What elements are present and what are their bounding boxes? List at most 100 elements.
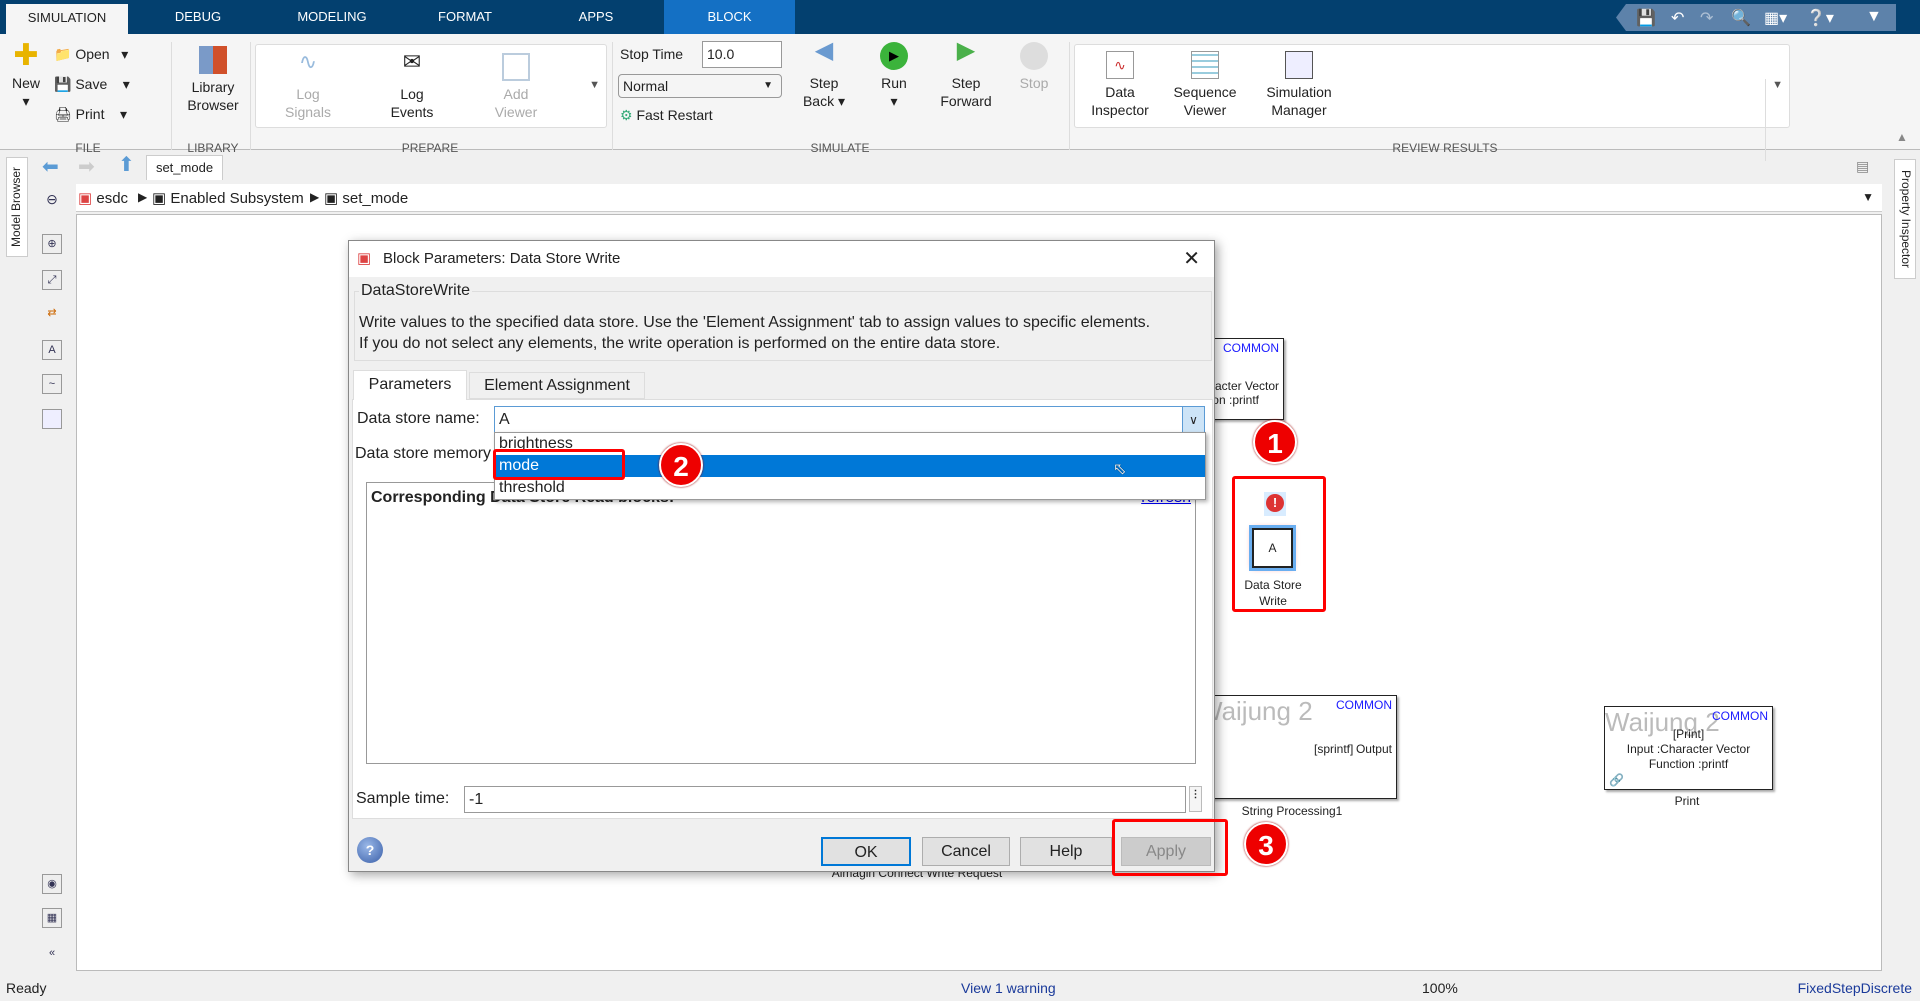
label: Log (296, 86, 320, 102)
stop-time-input[interactable]: 10.0 (702, 41, 782, 68)
close-icon[interactable]: ✕ (1183, 241, 1200, 277)
area-icon[interactable] (42, 409, 62, 429)
mouse-cursor-icon: ⬁ (1113, 461, 1127, 478)
screenshot-icon[interactable]: ◉ (42, 874, 62, 894)
label: Inspector (1091, 102, 1149, 118)
more-options-icon[interactable]: ⋮ (1189, 786, 1202, 812)
up-arrow-icon[interactable]: ⬆ (118, 152, 135, 177)
stop-button[interactable]: Stop (1006, 42, 1062, 92)
divider (612, 42, 613, 150)
common-label: COMMON (1223, 341, 1279, 355)
quick-access-toolbar: 💾 ↶ ↷ 🔍 ▦▾ ❔▾ ▼ (1616, 4, 1896, 31)
sample-time-input[interactable]: -1 (464, 786, 1186, 813)
library-icon (199, 46, 227, 74)
image-icon[interactable]: ~ (42, 374, 62, 394)
tab-simulation[interactable]: SIMULATION (6, 4, 128, 34)
block-function: [Print] (1672, 727, 1705, 741)
new-button[interactable]: ✚ New ▾ (6, 41, 46, 110)
print-button[interactable]: 🖨 Print ▾ (54, 106, 127, 123)
menu-icon[interactable]: ▤ (1856, 158, 1869, 175)
open-button[interactable]: 📁 Open ▾ (54, 46, 128, 63)
tab-block[interactable]: BLOCK (664, 0, 795, 34)
tab-parameters[interactable]: Parameters (353, 370, 467, 400)
shortcut-icon[interactable]: ▦▾ (1764, 8, 1787, 28)
step-forward-button[interactable]: ▶ Step Forward (936, 39, 996, 110)
expand-gallery-icon[interactable]: ▼ (589, 79, 600, 91)
cancel-button[interactable]: Cancel (922, 837, 1010, 866)
breadcrumb-item-set-mode[interactable]: ▣ set_mode (324, 189, 408, 207)
help-button[interactable]: Help (1020, 837, 1112, 866)
simulation-manager-button[interactable]: Simulation Manager (1255, 51, 1343, 119)
search-icon[interactable]: 🔍 (1731, 8, 1751, 28)
label: Back (802, 93, 835, 109)
tab-format[interactable]: FORMAT (425, 0, 505, 34)
chevron-down-icon[interactable]: ▼ (1862, 190, 1874, 204)
new-label: New (11, 75, 40, 91)
chevron-down-icon[interactable]: ∨ (1182, 407, 1204, 432)
step-marker-1: 1 (1253, 420, 1297, 464)
expand-gallery-icon[interactable]: ▼ (1765, 79, 1783, 161)
redo-icon[interactable]: ↷ (1700, 8, 1713, 28)
subsystem-icon: ▣ (324, 190, 339, 207)
label: Add (503, 86, 529, 102)
group-title: DataStoreWrite (359, 282, 473, 300)
stop-time-label: Stop Time (620, 46, 684, 62)
hide-explorer-icon[interactable]: ⊖ (42, 190, 62, 210)
chevron-right-icon: ▶ (310, 190, 320, 204)
option-threshold[interactable]: threshold (495, 477, 1205, 499)
label: Fast Restart (636, 107, 713, 123)
collapse-ribbon-icon[interactable]: ▲ (1896, 130, 1908, 144)
block-text: Input :Character Vector (1626, 742, 1751, 756)
ribbon-tab-bar: SIMULATION DEBUG MODELING FORMAT APPS BL… (0, 0, 1920, 34)
label: Run (881, 75, 907, 91)
log-signals-button[interactable]: ∿ Log Signals (276, 49, 340, 121)
save-icon[interactable]: 💾 (1636, 8, 1656, 28)
label: Signals (285, 104, 331, 120)
back-arrow-icon[interactable]: ⬅ (42, 154, 59, 179)
add-viewer-button[interactable]: Add Viewer (484, 53, 548, 121)
property-inspector-tab[interactable]: Property Inspector (1894, 159, 1916, 279)
tab-apps[interactable]: APPS (560, 0, 632, 34)
highlight-data-store-write-block (1232, 476, 1326, 612)
zoom-icon[interactable]: ⊕ (42, 234, 62, 254)
dialog-title: Block Parameters: Data Store Write (383, 250, 621, 267)
model-info-icon[interactable]: ▦ (42, 908, 62, 928)
ok-button[interactable]: OK (821, 837, 911, 866)
solver-link[interactable]: FixedStepDiscrete (1798, 976, 1912, 1001)
run-button[interactable]: ▶ Run ▾ (866, 42, 922, 110)
simulation-mode-select[interactable]: Normal ▼ (618, 74, 782, 98)
annotation-icon[interactable]: A (42, 340, 62, 360)
stop-icon (1020, 42, 1048, 70)
save-button[interactable]: 💾 Save ▾ (54, 76, 130, 93)
log-signals-icon: ∿ (298, 49, 318, 74)
log-events-button[interactable]: ✉ Log Events (380, 51, 444, 121)
data-inspector-button[interactable]: ∿ Data Inspector (1087, 51, 1153, 119)
view-warning-link[interactable]: View 1 warning (961, 976, 1056, 1001)
print-block[interactable]: Waijung 2 COMMON [Print] Input :Characte… (1604, 706, 1773, 790)
string-processing-label: String Processing1 (1241, 804, 1343, 818)
play-icon: ▶ (880, 42, 908, 70)
fit-to-view-icon[interactable]: ⤢ (42, 270, 62, 290)
step-back-button[interactable]: ◀ Step Back ▾ (796, 39, 852, 110)
forward-arrow-icon[interactable]: ➡ (78, 154, 95, 179)
sequence-viewer-button[interactable]: Sequence Viewer (1163, 51, 1247, 119)
data-store-name-combobox[interactable]: A ∨ (494, 406, 1205, 433)
collapse-icon[interactable]: « (42, 944, 62, 964)
model-tab-set-mode[interactable]: set_mode (146, 155, 223, 180)
breadcrumb-item-esdc[interactable]: ▣ esdc (78, 189, 128, 207)
breadcrumb-item-enabled-subsystem[interactable]: ▣ Enabled Subsystem (152, 189, 304, 207)
minimize-ribbon-icon[interactable]: ▼ (1866, 8, 1882, 26)
simulink-icon: ▣ (357, 250, 372, 267)
canvas-toolbar: ⊖ ⊕ ⤢ ⇄ A ~ ◉ ▦ « (30, 184, 74, 971)
fast-restart-button[interactable]: ⚙ Fast Restart (620, 107, 713, 124)
tab-debug[interactable]: DEBUG (160, 0, 236, 34)
tab-modeling[interactable]: MODELING (285, 0, 379, 34)
help-icon[interactable]: ? (357, 837, 383, 863)
model-browser-tab[interactable]: Model Browser (6, 157, 28, 257)
tab-element-assignment[interactable]: Element Assignment (469, 372, 645, 399)
library-browser-button[interactable]: Library Browser (180, 46, 246, 114)
undo-icon[interactable]: ↶ (1671, 8, 1684, 28)
signal-lines-icon[interactable]: ⇄ (42, 304, 62, 324)
label: Manager (1271, 102, 1327, 118)
help-icon[interactable]: ❔▾ (1806, 8, 1834, 28)
